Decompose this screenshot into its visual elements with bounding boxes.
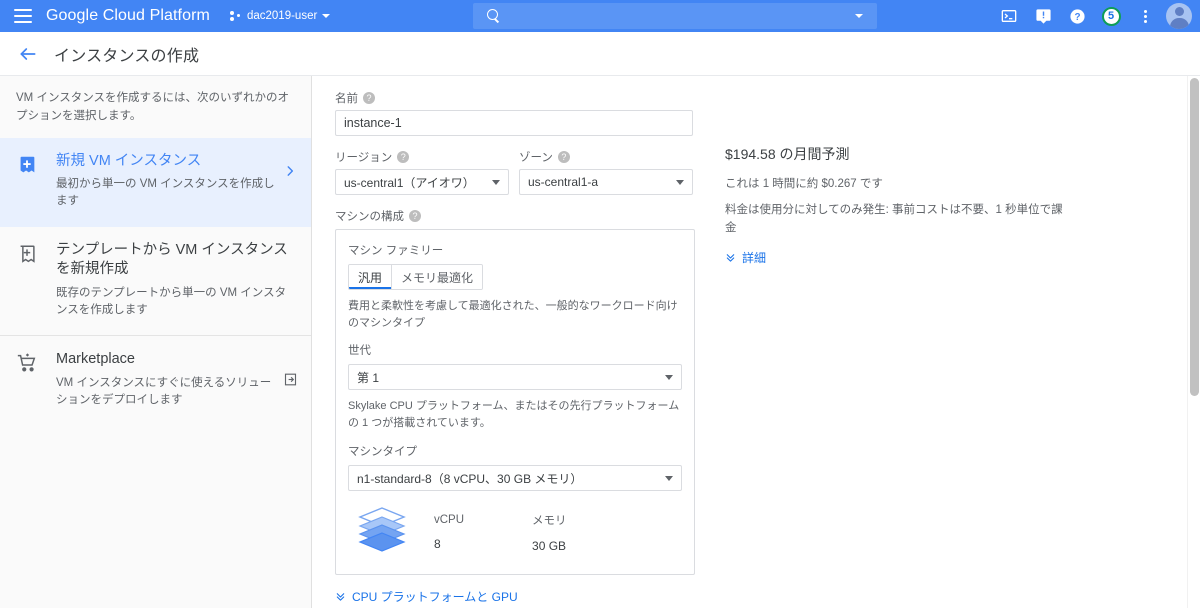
chevron-down-icon xyxy=(676,180,684,185)
form-column: 名前 ? リージョン ? us-central1（アイオワ） ゾーン ? xyxy=(335,90,695,608)
notifications-icon[interactable] xyxy=(1026,0,1060,32)
double-chevron-down-icon xyxy=(335,591,346,602)
sidebar-item-desc: 既存のテンプレートから単一の VM インスタンスを作成します xyxy=(56,286,287,317)
search-chevron-down-icon[interactable] xyxy=(855,14,863,18)
generation-select[interactable]: 第 1 xyxy=(348,364,682,390)
spec-key: vCPU xyxy=(434,514,465,526)
project-name: dac2019-user xyxy=(246,10,318,22)
machine-type-select[interactable]: n1-standard-8（8 vCPU、30 GB メモリ） xyxy=(348,465,682,491)
chevron-right-icon xyxy=(283,164,301,183)
top-app-bar: Google Cloud Platform dac2019-user ? 5 xyxy=(0,0,1200,32)
help-icon[interactable]: ? xyxy=(397,151,410,163)
cpu-platform-gpu-link[interactable]: CPU プラットフォームと GPU xyxy=(335,588,695,605)
search-icon xyxy=(487,9,501,23)
cloud-shell-icon[interactable] xyxy=(992,0,1026,32)
brand-title: Google Cloud Platform xyxy=(46,7,210,24)
avatar[interactable] xyxy=(1166,3,1192,29)
help-icon[interactable]: ? xyxy=(557,151,570,163)
pricing-details-label: 詳細 xyxy=(742,250,767,265)
create-instance-form: 名前 ? リージョン ? us-central1（アイオワ） ゾーン ? xyxy=(313,76,1187,608)
generation-value: 第 1 xyxy=(357,370,380,385)
zone-label-row: ゾーン ? xyxy=(519,149,693,165)
sidebar-item-marketplace[interactable]: Marketplace VM インスタンスにすぐに使えるソリューションをデプロイ… xyxy=(0,335,311,425)
chevron-down-icon xyxy=(492,180,500,185)
open-in-new-icon[interactable] xyxy=(283,372,301,392)
sidebar-item-title: テンプレートから VM インスタンスを新規作成 xyxy=(56,241,288,278)
vertical-scrollbar[interactable] xyxy=(1187,76,1200,608)
sidebar-intro: VM インスタンスを作成するには、次のいずれかのオプションを選択します。 xyxy=(16,92,289,122)
tab-general-purpose[interactable]: 汎用 xyxy=(349,265,392,289)
sidebar-item-new-vm-instance[interactable]: 新規 VM インスタンス 最初から単一の VM インスタンスを作成します xyxy=(0,137,311,227)
chevron-down-icon xyxy=(665,375,673,380)
feedback-count-badge[interactable]: 5 xyxy=(1094,0,1128,32)
help-icon[interactable]: ? xyxy=(363,92,375,104)
region-label-row: リージョン ? xyxy=(335,149,509,165)
region-value: us-central1（アイオワ） xyxy=(344,175,475,190)
machine-family-label: マシン ファミリー xyxy=(348,245,444,257)
sidebar-item-title: 新規 VM インスタンス xyxy=(56,152,202,169)
page-header: インスタンスの作成 xyxy=(0,32,1200,76)
sidebar-item-desc: 最初から単一の VM インスタンスを作成します xyxy=(56,178,275,208)
generation-help: Skylake CPU プラットフォーム、またはその先行プラットフォームの 1 … xyxy=(348,400,680,429)
zone-select[interactable]: us-central1-a xyxy=(519,169,693,195)
machine-family-tabs: 汎用 メモリ最適化 xyxy=(348,264,484,290)
zone-label: ゾーン xyxy=(519,152,553,164)
project-picker[interactable]: dac2019-user xyxy=(229,10,331,22)
more-vertical-icon[interactable] xyxy=(1128,0,1162,32)
billing-note-text: 料金は使用分に対してのみ発生: 事前コストは不要、1 秒単位で課金 xyxy=(725,204,1063,234)
machine-config-label: マシンの構成 xyxy=(335,211,404,223)
name-label: 名前 xyxy=(335,93,358,105)
spec-memory: メモリ 30 GB xyxy=(532,512,567,553)
vm-from-template-icon xyxy=(16,243,40,270)
region-zone-row: リージョン ? us-central1（アイオワ） ゾーン ? us-centr… xyxy=(335,149,695,195)
new-vm-instance-icon xyxy=(16,154,40,181)
machine-config-label-row: マシンの構成 ? xyxy=(335,208,695,224)
spec-key: メモリ xyxy=(532,515,567,527)
pricing-panel: $194.58 の月間予測 これは 1 時間に約 $0.267 です 料金は使用… xyxy=(725,144,1065,266)
machine-type-label: マシンタイプ xyxy=(348,446,417,458)
machine-type-value: n1-standard-8（8 vCPU、30 GB メモリ） xyxy=(357,471,583,486)
monthly-estimate-heading: $194.58 の月間予測 xyxy=(725,146,850,162)
machine-config-card: マシン ファミリー 汎用 メモリ最適化 費用と柔軟性を考慮して最適化された、一般… xyxy=(335,229,695,575)
sidebar-item-desc: VM インスタンスにすぐに使えるソリューションをデプロイします xyxy=(56,376,272,407)
machine-family-help: 費用と柔軟性を考慮して最適化された、一般的なワークロード向けのマシンタイプ xyxy=(348,300,678,329)
name-input[interactable] xyxy=(335,110,693,136)
badge-count: 5 xyxy=(1101,6,1121,26)
generation-label: 世代 xyxy=(348,345,371,357)
svg-text:?: ? xyxy=(1074,12,1080,23)
region-select[interactable]: us-central1（アイオワ） xyxy=(335,169,509,195)
zone-value: us-central1-a xyxy=(528,175,599,189)
back-arrow-icon[interactable] xyxy=(16,42,40,66)
chevron-down-icon xyxy=(665,476,673,481)
machine-specs: vCPU 8 メモリ 30 GB xyxy=(348,505,682,560)
options-sidebar: VM インスタンスを作成するには、次のいずれかのオプションを選択します。 新規 … xyxy=(0,76,312,608)
help-icon[interactable]: ? xyxy=(409,210,421,222)
help-icon[interactable]: ? xyxy=(1060,0,1094,32)
spec-vcpu: vCPU 8 xyxy=(434,514,464,551)
region-label: リージョン xyxy=(335,152,393,164)
scrollbar-thumb[interactable] xyxy=(1190,78,1199,396)
sidebar-item-title: Marketplace xyxy=(56,351,135,368)
hourly-estimate-text: これは 1 時間に約 $0.267 です xyxy=(725,178,883,190)
sidebar-item-vm-from-template[interactable]: テンプレートから VM インスタンスを新規作成 既存のテンプレートから単一の V… xyxy=(0,227,311,336)
name-label-row: 名前 ? xyxy=(335,90,695,106)
pricing-details-link[interactable]: 詳細 xyxy=(725,249,1065,266)
search-input[interactable] xyxy=(501,9,855,23)
machine-stack-icon xyxy=(354,505,412,560)
top-bar-actions: ? 5 xyxy=(992,0,1200,32)
project-dots-icon xyxy=(229,10,242,22)
spec-value: 30 GB xyxy=(532,539,567,553)
marketplace-cart-icon xyxy=(16,352,40,379)
spec-value: 8 xyxy=(434,537,441,551)
search-bar[interactable] xyxy=(473,3,877,29)
tab-memory-optimized[interactable]: メモリ最適化 xyxy=(391,265,483,289)
double-chevron-down-icon xyxy=(725,252,736,263)
page-title: インスタンスの作成 xyxy=(54,47,200,65)
cpu-platform-gpu-label: CPU プラットフォームと GPU xyxy=(352,590,518,604)
chevron-down-icon xyxy=(322,14,331,18)
hamburger-icon[interactable] xyxy=(14,9,32,23)
